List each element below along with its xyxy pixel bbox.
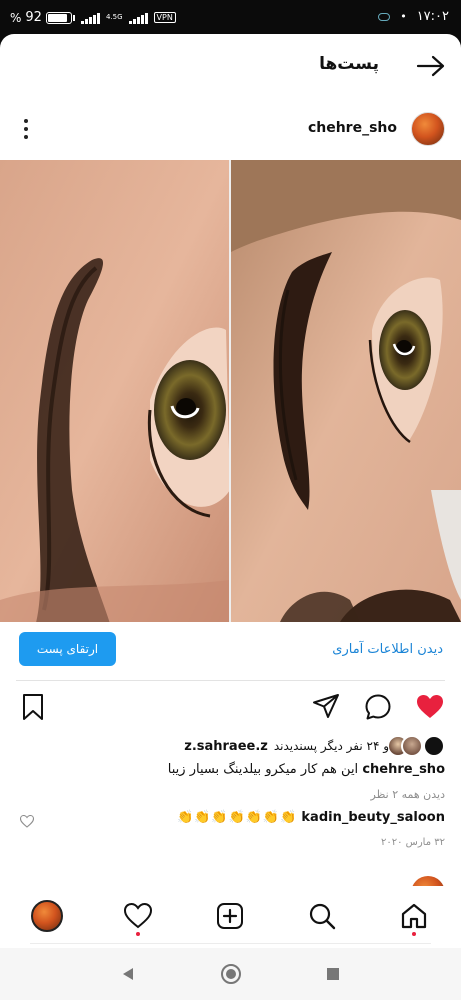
vpn-badge: VPN (153, 12, 176, 23)
share-button[interactable] (311, 692, 341, 722)
sim-icon: • (400, 10, 407, 23)
circle-home-icon (221, 964, 241, 984)
plus-square-icon (217, 903, 243, 929)
battery-tip (72, 14, 75, 21)
app-screen: پست‌ها chehre_sho (0, 34, 461, 1000)
signal-icon-2 (128, 12, 148, 24)
bottom-nav (0, 886, 461, 944)
status-right: • ۱۷:۰۲ (378, 9, 449, 24)
square-recents-icon (327, 968, 339, 980)
send-icon (313, 694, 339, 718)
status-left: % 92 4.5G VPN (10, 10, 176, 25)
comment-username[interactable]: kadin_beuty_saloon (301, 810, 445, 825)
view-insights-link[interactable]: دیدن اطلاعات آماری (332, 642, 443, 657)
view-all-comments[interactable]: دیدن همه ۲ نظر (371, 788, 445, 801)
system-home-button[interactable] (219, 962, 243, 986)
status-bar: % 92 4.5G VPN • ۱۷:۰۲ (0, 0, 461, 36)
comment-icon (365, 694, 391, 720)
likes-others: و ۲۴ نفر دیگر پسندیدند (273, 739, 389, 753)
save-button[interactable] (18, 692, 48, 722)
heart-outline-icon (19, 814, 35, 828)
comment-like-button[interactable] (19, 813, 35, 828)
promo-row: دیدن اطلاعات آماری ارتقای پست (0, 630, 461, 670)
caption-username[interactable]: chehre_sho (362, 762, 445, 777)
battery-percent-sign: % (10, 10, 22, 25)
battery-icon (45, 11, 72, 24)
battery-indicator: % 92 (10, 10, 75, 25)
home-tab[interactable] (394, 896, 434, 936)
post-username[interactable]: chehre_sho (308, 120, 397, 136)
nav-divider (30, 943, 431, 944)
heart-filled-icon (417, 695, 443, 718)
bookmark-icon (23, 694, 43, 720)
page-title: پست‌ها (319, 54, 379, 74)
liker-avatar (423, 735, 445, 757)
search-icon (309, 903, 336, 930)
system-recents-button[interactable] (321, 962, 345, 986)
post-header: chehre_sho (0, 110, 461, 152)
user-avatar[interactable] (411, 112, 445, 146)
back-button[interactable] (415, 50, 447, 82)
signal-icon (80, 12, 100, 24)
notification-icon (378, 12, 391, 21)
post-image[interactable] (0, 160, 461, 622)
search-tab[interactable] (302, 896, 342, 936)
divider (16, 680, 445, 681)
clock: ۱۷:۰۲ (416, 9, 449, 24)
caption-text: این هم کار میکرو بیلدینگ بسیار زیبا (167, 762, 359, 777)
battery-fill (47, 13, 67, 22)
photo-divider (229, 160, 231, 622)
system-back-button[interactable] (116, 962, 140, 986)
profile-tab[interactable] (27, 896, 67, 936)
more-vertical-icon[interactable] (18, 116, 34, 142)
post-caption: chehre_sho این هم کار میکرو بیلدینگ بسیا… (168, 762, 445, 777)
comment-item: kadin_beuty_saloon 👏👏👏👏👏👏👏 (177, 810, 445, 825)
home-icon (401, 903, 427, 929)
activity-tab[interactable] (118, 896, 158, 936)
create-tab[interactable] (210, 896, 250, 936)
comment-button[interactable] (363, 692, 393, 722)
arrow-right-icon (416, 55, 445, 77)
triangle-back-icon (123, 968, 133, 980)
activity-badge (136, 932, 140, 936)
liker-avatars (387, 735, 445, 757)
system-nav-bar (0, 948, 461, 1000)
likes-summary[interactable]: و ۲۴ نفر دیگر پسندیدند z.sahraee.z (184, 734, 445, 758)
comment-text: 👏👏👏👏👏👏👏 (176, 810, 298, 825)
network-type: 4.5G (105, 13, 123, 21)
post-date: ۳۲ مارس ۲۰۲۰ (380, 837, 445, 848)
like-button[interactable] (415, 692, 445, 722)
boost-post-button[interactable]: ارتقای پست (19, 632, 116, 666)
heart-outline-icon (124, 903, 152, 929)
likes-first-user[interactable]: z.sahraee.z (184, 739, 268, 754)
profile-avatar-icon (31, 900, 63, 932)
liker-avatar (401, 735, 423, 757)
before-photo (0, 160, 230, 622)
home-badge (412, 932, 416, 936)
top-bar: پست‌ها (0, 34, 461, 98)
after-photo (231, 160, 461, 622)
battery-percent: 92 (25, 10, 42, 25)
post-actions (0, 690, 461, 724)
